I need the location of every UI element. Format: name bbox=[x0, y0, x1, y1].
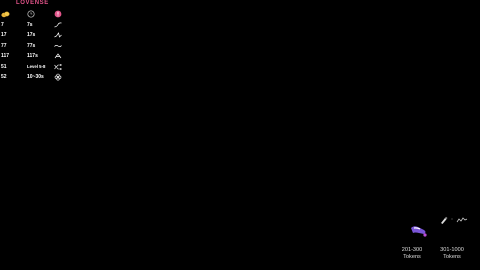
tier-range: 301-1000 bbox=[440, 247, 464, 253]
rise-wave-icon bbox=[54, 22, 68, 28]
duration-cell: 77s bbox=[27, 42, 36, 49]
tier-1: 201-300 Tokens bbox=[400, 247, 424, 260]
tier-unit: Tokens bbox=[443, 253, 461, 260]
table-row: 52 10~30s bbox=[0, 72, 70, 83]
tokens-cell: 17 bbox=[1, 32, 7, 39]
tokens-cell: 77 bbox=[1, 42, 7, 49]
vibration-icon bbox=[54, 10, 68, 18]
token-tiers: 201-300 Tokens 301-1000 Tokens bbox=[400, 247, 480, 265]
table-row: 17 17s bbox=[0, 30, 70, 41]
table-row: 77 77s bbox=[0, 41, 70, 52]
table-row: 7 7s bbox=[0, 20, 70, 31]
toy-icon bbox=[410, 224, 428, 243]
duration-cell: 10~30s bbox=[27, 74, 44, 81]
tokens-cell: 52 bbox=[1, 74, 7, 81]
dots-icon bbox=[451, 218, 453, 220]
duration-cell: 7s bbox=[27, 21, 33, 28]
flower-icon bbox=[54, 73, 68, 81]
brand-logo: LOVENSE bbox=[16, 0, 49, 6]
duration-cell: Level 5-8 bbox=[27, 64, 46, 70]
duration-cell: 117s bbox=[27, 53, 38, 60]
wave-line-icon bbox=[456, 217, 468, 223]
tokens-cell: 117 bbox=[1, 53, 10, 60]
tip-menu-table: 7 7s 17 17s 77 77s 117 117s 51 Level 5-8… bbox=[0, 9, 70, 83]
tier-range: 201-300 bbox=[401, 247, 423, 253]
table-header bbox=[0, 9, 70, 20]
tier-2: 301-1000 Tokens bbox=[439, 247, 465, 260]
pattern-preview bbox=[438, 213, 470, 231]
clock-icon bbox=[27, 10, 54, 18]
peak-wave-icon bbox=[54, 32, 68, 38]
table-row: 51 Level 5-8 bbox=[0, 62, 70, 73]
coins-icon bbox=[0, 11, 27, 18]
tilde-wave-icon bbox=[54, 43, 68, 49]
shuffle-icon bbox=[54, 63, 68, 70]
tier-unit: Tokens bbox=[403, 253, 421, 260]
triangle-wave-icon bbox=[54, 53, 68, 59]
tokens-cell: 7 bbox=[1, 21, 4, 28]
table-row: 117 117s bbox=[0, 51, 70, 62]
tokens-cell: 51 bbox=[1, 63, 7, 70]
pen-icon bbox=[441, 216, 448, 224]
duration-cell: 17s bbox=[27, 32, 36, 39]
